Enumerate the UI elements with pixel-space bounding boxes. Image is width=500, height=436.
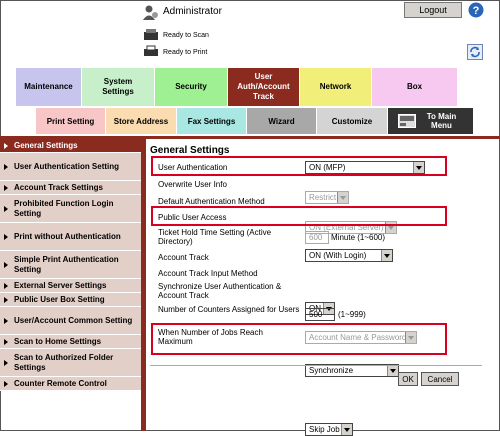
logout-button[interactable]: Logout [404,2,462,18]
ticket-hold-time-input: 600 [305,231,329,244]
tab-box[interactable]: Box [372,68,458,106]
chevron-down-icon [387,365,398,376]
sidebar-item-label: Public User Box Setting [14,294,105,304]
arrow-right-icon [4,296,8,303]
sidebar-item-account-track-settings[interactable]: Account Track Settings [0,181,141,195]
counters-assigned-input[interactable]: 500 [305,308,335,321]
tab-system-settings[interactable]: System Settings [82,68,155,106]
subtab-fax-settings[interactable]: Fax Settings [177,108,247,134]
scanner-icon [144,29,158,40]
overwrite-user-info-label: Overwrite User Info [158,180,227,189]
sidebar-item-external-server-settings[interactable]: External Server Settings [0,279,141,293]
sidebar-item-print-without-authentication[interactable]: Print without Authentication [0,223,141,251]
printer-icon [144,45,158,56]
help-icon[interactable]: ? [468,2,484,18]
arrow-right-icon [4,233,8,240]
sidebar-item-label: Scan to Authorized Folder Settings [14,352,114,372]
sidebar-item-user-account-common-setting[interactable]: User/Account Common Setting [0,307,141,335]
scan-status-text: Ready to Scan [163,31,209,39]
counters-assigned-unit: (1~999) [338,310,366,319]
account-track-label: Account Track [158,253,209,262]
subtab-store-address[interactable]: Store Address [106,108,177,134]
arrow-right-icon [4,184,8,191]
arrow-right-icon [4,338,8,345]
subtab-print-setting[interactable]: Print Setting [36,108,106,134]
print-status-text: Ready to Print [163,48,208,56]
arrow-right-icon [4,142,8,149]
sidebar-divider [141,139,146,431]
arrow-right-icon [4,317,8,324]
public-user-access-select[interactable]: ON (With Login) [305,249,393,262]
refresh-icon[interactable] [467,44,483,60]
counters-assigned-label: Number of Counters Assigned for Users [158,305,300,314]
admin-label: Administrator [163,6,222,17]
sidebar-item-label: Scan to Home Settings [14,336,102,346]
administrator-icon [143,5,158,20]
sidebar-item-label: User Authentication Setting [14,161,120,171]
sidebar-item-label: Print without Authentication [14,231,121,241]
sidebar-item-user-authentication-setting[interactable]: User Authentication Setting [0,153,141,181]
sidebar-item-label: Simple Print Authentication Setting [14,254,119,274]
sidebar-item-label: Prohibited Function Login Setting [14,198,114,218]
main-menu-icon [397,114,416,128]
scan-status: Ready to Scan [143,28,209,42]
sidebar-item-scan-to-authorized-folder-settings[interactable]: Scan to Authorized Folder Settings [0,349,141,377]
arrow-right-icon [4,205,8,212]
arrow-right-icon [4,359,8,366]
sidebar-item-label: External Server Settings [14,280,107,290]
to-main-menu-button[interactable]: To Main Menu [388,108,474,134]
arrow-right-icon [4,380,8,387]
chevron-down-icon [337,192,348,203]
ticket-hold-time-label: Ticket Hold Time Setting (Active Directo… [158,228,272,246]
jobs-maximum-select[interactable]: Skip Job [305,423,353,436]
sidebar-item-simple-print-authentication-setting[interactable]: Simple Print Authentication Setting [0,251,141,279]
tab-maintenance[interactable]: Maintenance [16,68,82,106]
chevron-down-icon [381,250,392,261]
tab-security[interactable]: Security [155,68,228,106]
synchronize-label: Synchronize User Authentication & Accoun… [158,282,282,300]
main-tabs: Maintenance System Settings Security Use… [16,68,458,106]
tab-user-auth-account-track[interactable]: User Auth/Account Track [228,68,300,106]
account-track-input-method-label: Account Track Input Method [158,269,258,278]
sidebar-item-label: User/Account Common Setting [14,315,133,325]
sidebar-item-label: General Settings [14,140,78,150]
sidebar-item-prohibited-function-login-setting[interactable]: Prohibited Function Login Setting [0,195,141,223]
subtab-customize[interactable]: Customize [317,108,388,134]
ticket-hold-time-unit: Minute (1~600) [331,233,386,242]
subtab-wizard[interactable]: Wizard [247,108,317,134]
chevron-down-icon [341,424,352,435]
arrow-right-icon [4,163,8,170]
print-status: Ready to Print [143,45,207,59]
sidebar-item-label: Account Track Settings [14,182,103,192]
default-auth-method-label: Default Authentication Method [158,197,265,206]
content-divider [150,365,482,366]
tab-network[interactable]: Network [300,68,372,106]
overwrite-user-info-select: Restrict [305,191,349,204]
cancel-button[interactable]: Cancel [421,372,459,386]
sidebar-item-general-settings[interactable]: General Settings [0,139,141,153]
svg-text:?: ? [473,5,480,17]
section-title: General Settings [150,145,230,156]
arrow-right-icon [4,282,8,289]
sidebar-item-scan-to-home-settings[interactable]: Scan to Home Settings [0,335,141,349]
sidebar-item-public-user-box-setting[interactable]: Public User Box Setting [0,293,141,307]
highlight-jobs-maximum [151,323,447,355]
ok-button[interactable]: OK [398,372,418,386]
highlight-public-user-access [151,206,447,226]
highlight-user-authentication [151,156,447,176]
sub-tabs: Print Setting Store Address Fax Settings… [36,108,474,134]
sidebar-item-counter-remote-control[interactable]: Counter Remote Control [0,377,141,391]
sidebar-item-label: Counter Remote Control [14,378,107,388]
arrow-right-icon [4,261,8,268]
sidebar: General Settings User Authentication Sett… [0,139,141,431]
